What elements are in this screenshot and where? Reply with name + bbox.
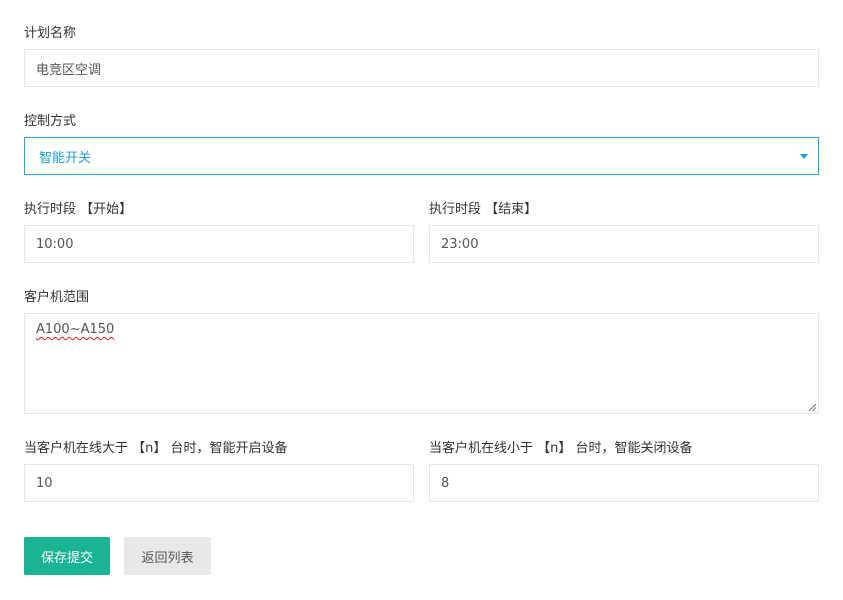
time-start-label: 执行时段 【开始】 bbox=[24, 202, 133, 217]
plan-form: 计划名称 电竞区空调 控制方式 智能开关 执行时段 【开始】 10:00 执行时… bbox=[0, 0, 843, 600]
control-mode-value: 智能开关 bbox=[39, 150, 92, 166]
control-mode-label: 控制方式 bbox=[24, 114, 77, 129]
online-below-value: 8 bbox=[441, 475, 450, 491]
submit-button[interactable]: 保存提交 bbox=[24, 537, 110, 575]
time-end-input[interactable]: 23:00 bbox=[429, 225, 819, 263]
client-range-textarea[interactable]: A100~A150 bbox=[24, 313, 819, 414]
time-start-value: 10:00 bbox=[36, 236, 74, 252]
online-above-label: 当客户机在线大于 【n】 台时，智能开启设备 bbox=[24, 441, 288, 456]
time-end-label: 执行时段 【结束】 bbox=[429, 202, 538, 217]
client-range-label: 客户机范围 bbox=[24, 290, 90, 305]
time-end-value: 23:00 bbox=[441, 236, 479, 252]
control-mode-select[interactable]: 智能开关 bbox=[24, 137, 819, 175]
chevron-down-icon bbox=[800, 153, 808, 159]
client-range-value: A100~A150 bbox=[36, 322, 115, 337]
online-above-value: 10 bbox=[36, 475, 53, 491]
plan-name-label: 计划名称 bbox=[24, 26, 77, 41]
time-start-input[interactable]: 10:00 bbox=[24, 225, 414, 263]
back-to-list-button[interactable]: 返回列表 bbox=[124, 537, 211, 575]
resize-grip-icon[interactable] bbox=[808, 403, 816, 411]
online-above-input[interactable]: 10 bbox=[24, 464, 414, 502]
plan-name-input[interactable]: 电竞区空调 bbox=[24, 49, 819, 87]
online-below-input[interactable]: 8 bbox=[429, 464, 819, 502]
online-below-label: 当客户机在线小于 【n】 台时，智能关闭设备 bbox=[429, 441, 693, 456]
plan-name-value: 电竞区空调 bbox=[36, 62, 102, 78]
